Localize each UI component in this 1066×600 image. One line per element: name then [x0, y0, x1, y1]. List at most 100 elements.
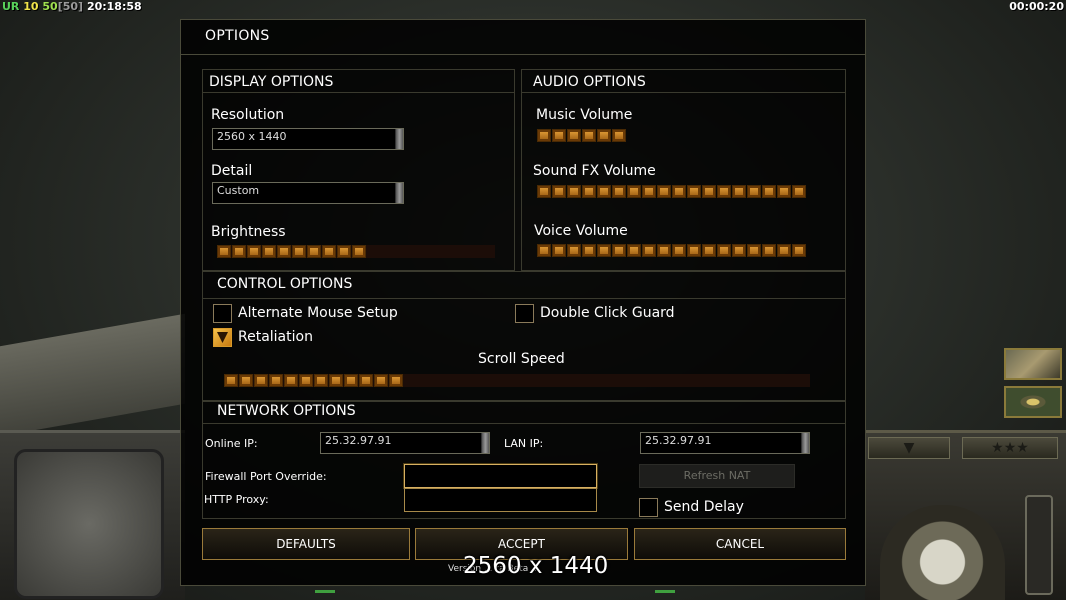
resolution-dropdown[interactable]: 2560 x 1440 — [212, 128, 404, 150]
slider-segment — [359, 374, 373, 387]
alt-mouse-label[interactable]: Alternate Mouse Setup — [238, 305, 398, 322]
dropdown-scroll-icon[interactable] — [395, 183, 403, 203]
slider-segment — [777, 185, 791, 198]
slider-segment — [314, 374, 328, 387]
resolution-overlay: 2560 x 1440 — [463, 553, 609, 579]
online-ip-value: 25.32.97.91 — [325, 434, 392, 447]
slider-segment — [352, 245, 366, 258]
hud-bracket: [50] — [57, 0, 84, 13]
slider-segment — [777, 244, 791, 257]
slider-segment — [582, 185, 596, 198]
slider-segment — [552, 185, 566, 198]
lan-ip-label: LAN IP: — [504, 437, 544, 450]
left-monitor-screen — [14, 449, 164, 599]
slider-segment — [732, 244, 746, 257]
left-monitor-panel — [0, 430, 185, 600]
online-ip-dropdown[interactable]: 25.32.97.91 — [320, 432, 490, 454]
firewall-port-label: Firewall Port Override: — [205, 470, 327, 483]
voice-volume-slider[interactable] — [537, 244, 806, 257]
send-delay-label[interactable]: Send Delay — [664, 499, 744, 516]
slider-segment — [537, 129, 551, 142]
stars-button[interactable]: ★★★ — [962, 437, 1058, 459]
slider-segment — [672, 244, 686, 257]
cancel-button[interactable]: CANCEL — [634, 528, 846, 560]
network-options-header: NETWORK OPTIONS — [217, 403, 356, 419]
slider-segment — [277, 245, 291, 258]
slider-segment — [232, 245, 246, 258]
brightness-slider[interactable] — [217, 245, 366, 258]
slider-segment — [567, 129, 581, 142]
right-power-slot — [1025, 495, 1053, 595]
dropdown-scroll-icon[interactable] — [801, 433, 809, 453]
status-led — [655, 590, 675, 593]
slider-segment — [254, 374, 268, 387]
slider-segment — [582, 129, 596, 142]
resolution-value: 2560 x 1440 — [217, 130, 287, 143]
slider-segment — [612, 244, 626, 257]
retaliation-label[interactable]: Retaliation — [238, 329, 313, 346]
section-divider — [202, 423, 846, 424]
slider-segment — [717, 244, 731, 257]
firewall-port-input[interactable] — [404, 464, 597, 488]
dialog-title: OPTIONS — [205, 28, 270, 44]
scroll-speed-slider[interactable] — [224, 374, 403, 387]
http-proxy-label: HTTP Proxy: — [204, 493, 269, 506]
slider-segment — [284, 374, 298, 387]
slider-segment — [657, 185, 671, 198]
slider-segment — [552, 129, 566, 142]
brightness-label: Brightness — [211, 224, 286, 240]
detail-value: Custom — [217, 184, 260, 197]
slider-segment — [612, 185, 626, 198]
online-ip-label: Online IP: — [205, 437, 258, 450]
slider-segment — [329, 374, 343, 387]
slider-segment — [672, 185, 686, 198]
slider-segment — [792, 185, 806, 198]
slider-segment — [792, 244, 806, 257]
triangle-button[interactable]: ▼ — [868, 437, 950, 459]
slider-segment — [762, 185, 776, 198]
voice-volume-label: Voice Volume — [534, 223, 628, 239]
refresh-nat-button[interactable]: Refresh NAT — [639, 464, 795, 488]
section-divider — [521, 92, 846, 93]
dropdown-scroll-icon[interactable] — [481, 433, 489, 453]
detail-dropdown[interactable]: Custom — [212, 182, 404, 204]
http-proxy-input[interactable] — [404, 488, 597, 512]
dropdown-scroll-icon[interactable] — [395, 129, 403, 149]
resolution-label: Resolution — [211, 107, 285, 123]
rank-emblem-icon[interactable] — [1004, 386, 1062, 418]
commander-portrait[interactable] — [1004, 348, 1062, 380]
slider-segment — [657, 244, 671, 257]
slider-segment — [567, 185, 581, 198]
slider-segment — [642, 185, 656, 198]
slider-segment — [389, 374, 403, 387]
send-delay-checkbox[interactable] — [639, 498, 658, 517]
slider-segment — [747, 244, 761, 257]
slider-segment — [732, 185, 746, 198]
hud-ur: UR — [2, 0, 20, 13]
scroll-speed-label: Scroll Speed — [478, 351, 565, 367]
retaliation-checkbox[interactable] — [213, 328, 232, 347]
slider-segment — [627, 185, 641, 198]
slider-segment — [269, 374, 283, 387]
section-divider — [202, 92, 515, 93]
defaults-button[interactable]: DEFAULTS — [202, 528, 410, 560]
slider-segment — [582, 244, 596, 257]
audio-options-header: AUDIO OPTIONS — [533, 74, 646, 90]
section-divider — [202, 298, 846, 299]
slider-segment — [552, 244, 566, 257]
title-divider — [180, 54, 866, 55]
alt-mouse-checkbox[interactable] — [213, 304, 232, 323]
lan-ip-dropdown[interactable]: 25.32.97.91 — [640, 432, 810, 454]
slider-segment — [262, 245, 276, 258]
slider-segment — [239, 374, 253, 387]
slider-segment — [627, 244, 641, 257]
double-click-guard-label[interactable]: Double Click Guard — [540, 305, 675, 322]
slider-segment — [224, 374, 238, 387]
slider-segment — [702, 185, 716, 198]
slider-segment — [597, 185, 611, 198]
music-volume-slider[interactable] — [537, 129, 626, 142]
slider-segment — [597, 129, 611, 142]
double-click-guard-checkbox[interactable] — [515, 304, 534, 323]
sfx-volume-slider[interactable] — [537, 185, 806, 198]
slider-segment — [612, 129, 626, 142]
